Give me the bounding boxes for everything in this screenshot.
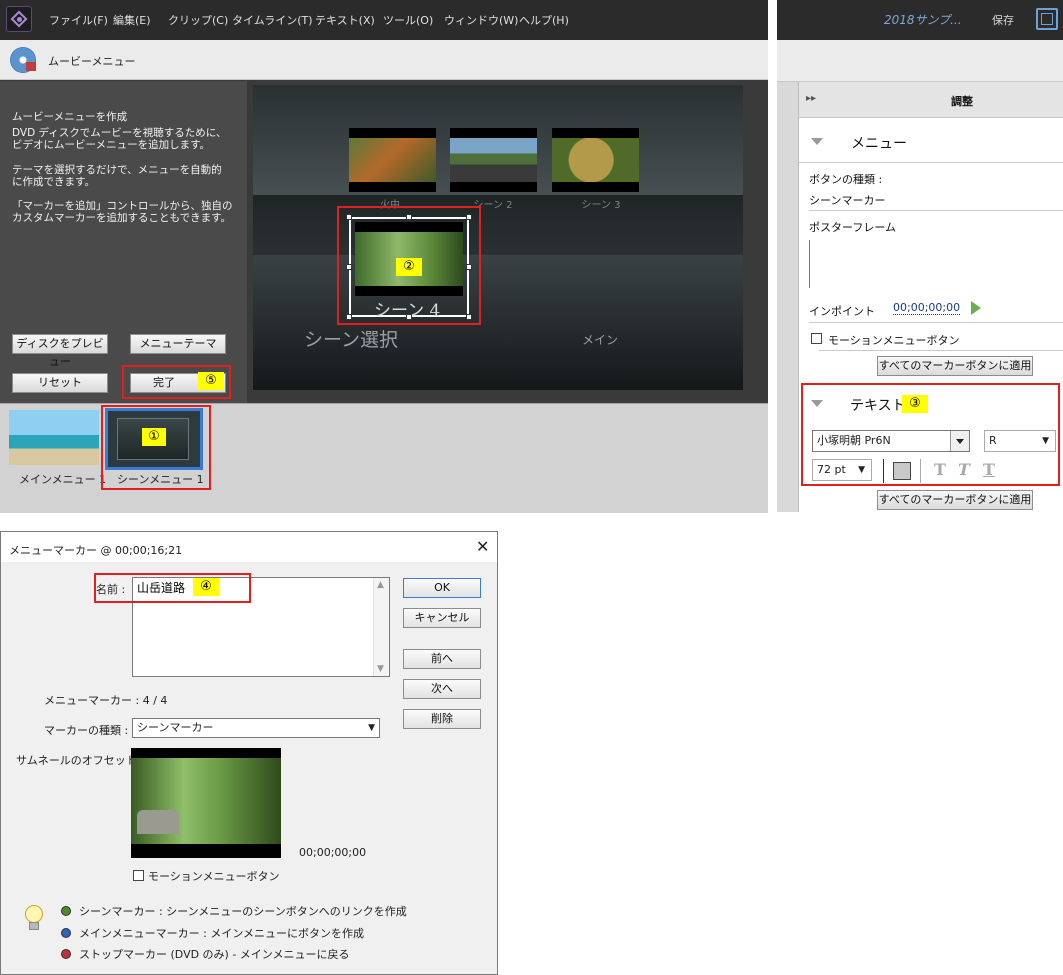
description-line: ビデオにムービーメニューを追加します。 [12,139,211,151]
adjust-title: 調整 [951,95,973,108]
delete-button[interactable]: 削除 [403,709,481,729]
menu-window[interactable]: ウィンドウ(W) [444,12,518,28]
legend-main-menu-marker: メインメニューマーカー : メインメニューにボタンを作成 [79,927,365,940]
previous-button[interactable]: 前へ [403,649,481,669]
main-menu-marker-icon [61,928,71,938]
main-menu-thumbnail[interactable] [9,410,99,465]
main-menu-label: メインメニュー 1 [19,473,107,486]
fullscreen-icon[interactable] [1036,8,1058,30]
marker-type-value: シーンマーカー [137,721,214,734]
play-icon[interactable] [971,301,981,315]
stop-marker-icon [61,949,71,959]
callout-badge-5: ⑤ [198,372,224,390]
divider [809,210,1063,211]
reset-button[interactable]: リセット [12,373,108,393]
project-title: 2018サンプ... [884,13,962,27]
scene-thumbnail-2[interactable] [450,128,537,192]
marker-type-select[interactable]: シーンマーカー ▼ [132,718,380,738]
poster-frame-area [809,240,810,288]
menu-timeline[interactable]: タイムライン(T) [232,12,313,28]
callout-badge-1: ① [142,428,166,446]
cancel-button[interactable]: キャンセル [403,608,481,628]
poster-frame-label: ポスターフレーム [809,221,897,234]
close-icon[interactable]: ✕ [476,537,489,556]
adjust-header [799,82,1063,118]
panel-title: ムービーメニュー [48,55,136,68]
ok-button[interactable]: OK [403,578,481,598]
description-heading: ムービーメニューを作成 [12,111,128,123]
collapse-panel-icon[interactable]: ▸▸ [806,93,816,104]
legend-scene-marker: シーンマーカー : シーンメニューのシーンボタンへのリンクを作成 [79,905,407,918]
right-toolbar [777,40,1063,82]
callout-badge-3: ③ [902,395,928,413]
textarea-scrollbar[interactable]: ▲ ▼ [373,578,389,676]
description-line: に作成できます。 [12,176,95,188]
scroll-down-icon[interactable]: ▼ [377,664,384,674]
apply-all-markers-button[interactable]: すべてのマーカーボタンに適用 [877,356,1033,376]
panel-collapse-strip [777,82,799,512]
divider [809,322,1063,323]
lightbulb-icon [22,905,44,935]
divider [799,162,1063,163]
disc-menu-icon [10,47,36,73]
thumbnail-offset-image[interactable] [131,748,281,858]
callout-box-4 [94,573,251,603]
callout-box-1 [101,405,211,490]
scene-thumbnail-3[interactable] [552,128,639,192]
callout-badge-2: ② [396,258,422,276]
scroll-up-icon[interactable]: ▲ [377,580,384,590]
menu-bar: ファイル(F) 編集(E) クリップ(C) タイムライン(T) テキスト(X) … [0,0,768,40]
preview-disc-button[interactable]: ディスクをプレビュー [12,334,108,368]
menu-edit[interactable]: 編集(E) [113,12,151,28]
motion-menu-label: モーションメニューボタン [148,870,280,883]
button-type-value: シーンマーカー [809,194,886,207]
chevron-down-icon: ▼ [368,723,375,733]
description-line: 「マーカーを追加」コントロールから、独自の [12,200,233,212]
menu-help[interactable]: ヘルプ(H) [519,12,569,28]
scene-caption: シーン 3 [581,200,621,211]
motion-menu-checkbox[interactable] [133,870,144,881]
thumbnail-timecode: 00;00;00;00 [299,846,367,859]
scene-marker-icon [61,906,71,916]
motion-menu-checkbox[interactable] [811,333,822,344]
menu-theme-button[interactable]: メニューテーマ [130,334,226,354]
save-button[interactable]: 保存 [992,12,1014,28]
scene-thumbnail-1[interactable] [349,128,436,192]
description-line: テーマを選択するだけで、メニューを自動的 [12,164,222,176]
marker-type-label: マーカーの種類 : [44,724,129,737]
premiere-elements-logo-icon [6,6,32,32]
motion-menu-label: モーションメニューボタン [828,334,960,347]
menu-section-title: メニュー [851,136,907,152]
callout-box-3 [801,383,1060,486]
in-point-label: インポイント [809,305,875,318]
thumbnail-offset-label: サムネールのオフセット : [16,754,144,767]
apply-all-markers-button-2[interactable]: すべてのマーカーボタンに適用 [877,490,1033,510]
next-button[interactable]: 次へ [403,679,481,699]
description-line: カスタムマーカーを追加することもできます。 [12,212,232,224]
main-link-label: メイン [582,333,619,347]
scene-select-title: シーン選択 [304,329,399,351]
callout-badge-4: ④ [193,578,219,596]
menu-file[interactable]: ファイル(F) [49,12,108,28]
menu-text[interactable]: テキスト(X) [315,12,375,28]
in-point-timecode[interactable]: 00;00;00;00 [893,301,961,315]
menu-section-toggle-icon[interactable] [811,138,823,145]
menu-tools[interactable]: ツール(O) [383,12,433,28]
marker-count: メニューマーカー : 4 / 4 [44,694,168,707]
description-line: DVD ディスクでムービーを視聴するために、 [12,127,227,139]
legend-stop-marker: ストップマーカー (DVD のみ) - メインメニューに戻る [79,948,350,961]
dialog-title: メニューマーカー @ 00;00;16;21 [9,544,183,557]
divider [819,350,1063,351]
menu-clip[interactable]: クリップ(C) [168,12,228,28]
button-type-label: ボタンの種類 : [809,173,883,186]
